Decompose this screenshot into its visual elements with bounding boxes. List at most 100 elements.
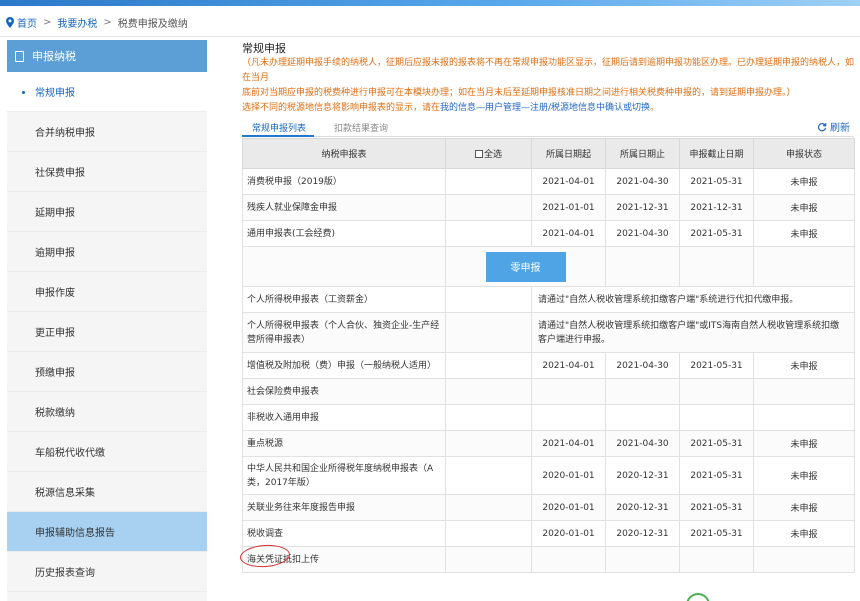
table-row[interactable]: 社会保险费申报表 xyxy=(243,379,855,405)
sidebar-item-label: 车船税代收代缴 xyxy=(35,444,105,459)
table-row[interactable]: 消费税申报（2019版）2021-04-012021-04-302021-05-… xyxy=(243,169,855,195)
sidebar-item-label: 社保费申报 xyxy=(35,164,85,179)
empty-cell xyxy=(754,247,855,287)
form-name-cell: 重点税源 xyxy=(243,431,446,457)
sidebar-item[interactable]: 合并纳税申报 xyxy=(7,112,207,152)
form-name-cell: 税收调查 xyxy=(243,521,446,547)
table-row[interactable]: 通用申报表(工会经费)2021-04-012021-04-302021-05-3… xyxy=(243,221,855,247)
table-row[interactable]: 残疾人就业保障金申报2021-01-012021-12-312021-12-31… xyxy=(243,195,855,221)
select-cell xyxy=(446,195,532,221)
table-row[interactable]: 重点税源2021-04-012021-04-302021-05-31未申报 xyxy=(243,431,855,457)
empty-cell xyxy=(606,247,680,287)
deadline-cell: 2021-05-31 xyxy=(680,495,754,521)
table-row[interactable]: 增值税及附加税（费）申报（一般纳税人适用）2021-04-012021-04-3… xyxy=(243,353,855,379)
select-cell xyxy=(446,221,532,247)
notice-message-cell: 请通过"自然人税收管理系统扣缴客户端"系统进行代扣代缴申报。 xyxy=(532,287,855,313)
status-cell: 未申报 xyxy=(754,521,855,547)
period-end-cell: 2020-12-31 xyxy=(606,521,680,547)
form-name-cell: 非税收入通用申报 xyxy=(243,405,446,431)
deadline-cell: 2021-05-31 xyxy=(680,169,754,195)
sidebar-item[interactable]: 税源信息采集 xyxy=(7,472,207,512)
notice-text: （凡未办理延期申报手续的纳税人，征期后应报未报的报表将不再在常规申报功能区显示，… xyxy=(242,56,854,116)
status-cell xyxy=(754,547,855,573)
sidebar-item-label: 税源信息采集 xyxy=(35,484,95,499)
tab-deduction-query[interactable]: 扣款结果查询 xyxy=(334,121,388,134)
refresh-label: 刷新 xyxy=(830,119,850,134)
deadline-cell: 2021-05-31 xyxy=(680,353,754,379)
location-pin-icon xyxy=(6,17,14,28)
table-row[interactable]: 海关凭证抵扣上传 xyxy=(243,547,855,573)
table-header-row: 纳税申报表 全选 所属日期起 所属日期止 申报截止日期 申报状态 xyxy=(243,139,855,169)
main-content: 常规申报 （凡未办理延期申报手续的纳税人，征期后应报未报的报表将不再在常规申报功… xyxy=(242,40,854,116)
floating-service-badge[interactable] xyxy=(686,593,710,601)
status-cell: 未申报 xyxy=(754,221,855,247)
sidebar-item-label: 合并纳税申报 xyxy=(35,124,95,139)
status-cell: 未申报 xyxy=(754,195,855,221)
active-tab-indicator xyxy=(242,135,314,137)
table-row[interactable]: 个人所得税申报表（工资薪金） 请通过"自然人税收管理系统扣缴客户端"系统进行代扣代… xyxy=(243,287,855,313)
period-start-cell: 2021-04-01 xyxy=(532,431,606,457)
deadline-cell xyxy=(680,379,754,405)
period-start-cell xyxy=(532,547,606,573)
refresh-icon xyxy=(817,122,827,132)
page-title: 常规申报 xyxy=(242,40,854,56)
table-row[interactable]: 零申报 xyxy=(243,247,855,287)
deadline-cell: 2021-05-31 xyxy=(680,521,754,547)
sidebar-item[interactable]: 逾期申报 xyxy=(7,232,207,272)
refresh-button[interactable]: 刷新 xyxy=(817,119,850,134)
deadline-cell xyxy=(680,547,754,573)
period-end-cell: 2020-12-31 xyxy=(606,457,680,495)
sidebar-item[interactable]: 申报辅助信息报告 xyxy=(7,512,207,552)
sidebar-item[interactable]: 申报作废 xyxy=(7,272,207,312)
sidebar-item[interactable]: 常规申报 xyxy=(7,72,207,112)
deadline-cell: 2021-05-31 xyxy=(680,457,754,495)
breadcrumb-tax-link[interactable]: 我要办税 xyxy=(57,15,97,30)
status-cell xyxy=(754,379,855,405)
sidebar-header-label: 申报纳税 xyxy=(32,48,76,64)
period-start-cell: 2020-01-01 xyxy=(532,521,606,547)
sidebar-item[interactable]: 历史报表查询 xyxy=(7,552,207,592)
tab-regular-list[interactable]: 常规申报列表 xyxy=(252,121,306,134)
select-all-checkbox[interactable] xyxy=(475,150,483,158)
period-end-cell xyxy=(606,547,680,573)
form-name-cell: 个人所得税申报表（工资薪金） xyxy=(243,287,446,313)
period-start-cell: 2021-04-01 xyxy=(532,169,606,195)
notice-line-1: （凡未办理延期申报手续的纳税人，征期后应报未报的报表将不再在常规申报功能区显示，… xyxy=(242,56,854,86)
select-cell xyxy=(446,379,532,405)
period-end-cell: 2020-12-31 xyxy=(606,495,680,521)
sidebar: 申报纳税 常规申报合并纳税申报社保费申报延期申报逾期申报申报作废更正申报预缴申报… xyxy=(7,40,207,601)
notice-line-3: 选择不同的税源地信息将影响申报表的显示，请在我的信息—用户管理—注册/税源地信息… xyxy=(242,101,854,116)
table-row[interactable]: 个人所得税申报表（个人合伙、独资企业-生产经营所得申报表）请通过"自然人税收管理… xyxy=(243,313,855,353)
sidebar-item[interactable]: 车船税代收代缴 xyxy=(7,432,207,472)
sidebar-header[interactable]: 申报纳税 xyxy=(7,40,207,72)
sidebar-item[interactable]: 延期申报 xyxy=(7,192,207,232)
sidebar-item[interactable]: 税款缴纳 xyxy=(7,392,207,432)
sidebar-item-label: 延期申报 xyxy=(35,204,75,219)
period-end-cell: 2021-04-30 xyxy=(606,431,680,457)
form-name-cell: 关联业务往来年度报告申报 xyxy=(243,495,446,521)
sidebar-item-label: 预缴申报 xyxy=(35,364,75,379)
period-end-cell: 2021-12-31 xyxy=(606,195,680,221)
select-cell xyxy=(446,457,532,495)
status-cell: 未申报 xyxy=(754,457,855,495)
sidebar-item[interactable]: 预缴申报 xyxy=(7,352,207,392)
select-cell xyxy=(446,521,532,547)
select-cell xyxy=(446,287,532,313)
table-row[interactable]: 税收调查 2020-01-012020-12-312021-05-31未申报 xyxy=(243,521,855,547)
table-row[interactable]: 关联业务往来年度报告申报2020-01-012020-12-312021-05-… xyxy=(243,495,855,521)
period-start-cell: 2021-04-01 xyxy=(532,221,606,247)
form-name-cell: 社会保险费申报表 xyxy=(243,379,446,405)
period-end-cell: 2021-04-30 xyxy=(606,353,680,379)
user-management-link[interactable]: 我的信息—用户管理—注册/税源地信息中确认或切换 xyxy=(440,103,650,113)
table-row[interactable]: 非税收入通用申报 xyxy=(243,405,855,431)
breadcrumb-home-link[interactable]: 首页 xyxy=(17,15,37,30)
status-cell: 未申报 xyxy=(754,169,855,195)
sidebar-item[interactable]: 社保费申报 xyxy=(7,152,207,192)
period-start-cell: 2021-01-01 xyxy=(532,195,606,221)
header-select-all[interactable]: 全选 xyxy=(446,139,532,169)
sidebar-item-label: 申报作废 xyxy=(35,284,75,299)
form-name-cell: 中华人民共和国企业所得税年度纳税申报表（A类，2017年版） xyxy=(243,457,446,495)
sidebar-item[interactable]: 更正申报 xyxy=(7,312,207,352)
table-row[interactable]: 中华人民共和国企业所得税年度纳税申报表（A类，2017年版）2020-01-01… xyxy=(243,457,855,495)
zero-declaration-button[interactable]: 零申报 xyxy=(486,252,566,282)
